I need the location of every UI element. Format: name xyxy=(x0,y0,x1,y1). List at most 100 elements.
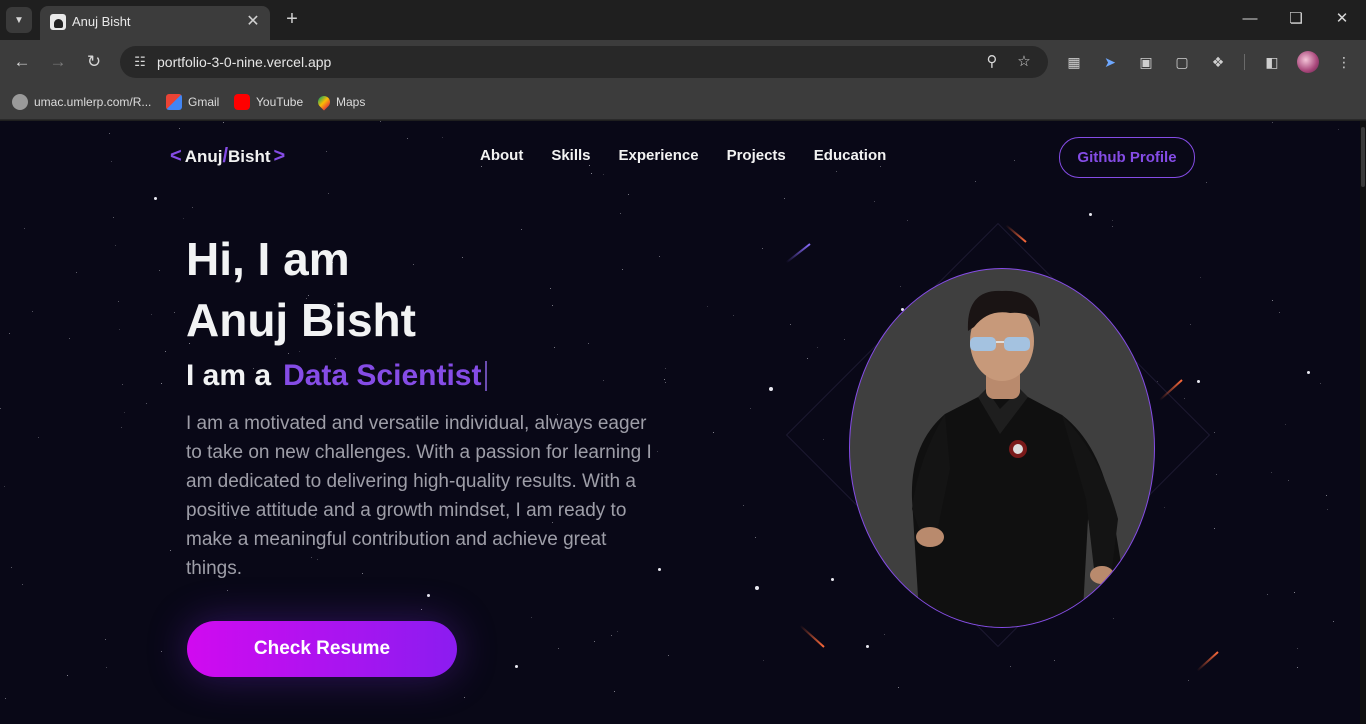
star xyxy=(76,272,77,273)
star xyxy=(380,121,381,122)
back-button[interactable]: ← xyxy=(10,50,34,74)
star xyxy=(784,198,785,199)
chevron-down-icon: ▼ xyxy=(14,14,24,26)
star xyxy=(603,174,604,175)
new-tab-button[interactable]: + xyxy=(282,8,302,30)
star xyxy=(769,387,773,391)
star xyxy=(807,358,808,359)
tab-search-button[interactable]: ▼ xyxy=(6,7,32,33)
star xyxy=(442,137,443,138)
address-bar[interactable]: ☷ portfolio-3-0-nine.vercel.app ⚲ ☆ xyxy=(120,46,1048,78)
nav-link-education[interactable]: Education xyxy=(814,147,887,164)
star xyxy=(1190,324,1191,325)
star xyxy=(898,687,899,688)
site-logo[interactable]: < Anuj / Bisht > xyxy=(170,145,285,168)
bookmark-label: Maps xyxy=(336,95,366,109)
nav-link-projects[interactable]: Projects xyxy=(727,147,786,164)
nav-link-experience[interactable]: Experience xyxy=(619,147,699,164)
star xyxy=(122,384,123,385)
star xyxy=(24,228,25,229)
close-tab-icon[interactable]: ✕ xyxy=(244,13,262,31)
main-nav: About Skills Experience Projects Educati… xyxy=(480,147,886,164)
youtube-icon xyxy=(234,94,250,110)
star xyxy=(4,486,5,487)
star xyxy=(762,248,763,249)
hero-heading: Hi, I am Anuj Bisht xyxy=(186,229,416,351)
bookmark-label: YouTube xyxy=(256,95,304,109)
side-panel-icon[interactable]: ◧ xyxy=(1262,52,1282,72)
star xyxy=(743,505,744,506)
hero-greeting: Hi, I am xyxy=(186,233,350,285)
star xyxy=(1214,432,1215,433)
minimize-button[interactable]: — xyxy=(1240,8,1260,30)
star xyxy=(975,181,976,182)
close-window-button[interactable]: ✕ xyxy=(1332,8,1352,30)
page-scrollbar[interactable] xyxy=(1360,121,1366,724)
star xyxy=(755,537,756,538)
star xyxy=(105,639,106,640)
star xyxy=(733,315,734,316)
star xyxy=(713,432,714,433)
bookmark-item[interactable]: Maps xyxy=(315,92,366,112)
star xyxy=(1184,398,1185,399)
star xyxy=(665,368,666,369)
logo-last-name: Bisht xyxy=(228,146,271,166)
extension-icon[interactable]: ▦ xyxy=(1064,52,1084,72)
star xyxy=(620,213,621,214)
nav-link-about[interactable]: About xyxy=(480,147,523,164)
star xyxy=(1089,213,1092,216)
logo-open-bracket: < xyxy=(170,145,182,167)
star xyxy=(174,312,175,313)
glasses-extension-icon[interactable]: ▣ xyxy=(1136,52,1156,72)
shooting-star xyxy=(1196,651,1219,672)
star xyxy=(617,631,618,632)
star xyxy=(223,122,224,123)
check-resume-button[interactable]: Check Resume xyxy=(187,621,457,677)
site-info-icon[interactable]: ☷ xyxy=(130,52,150,72)
puzzle-icon[interactable]: ❖ xyxy=(1208,52,1228,72)
bookmark-item[interactable]: umac.umlerp.com/R... xyxy=(12,92,151,112)
star xyxy=(481,166,482,167)
star xyxy=(603,380,604,381)
github-profile-button[interactable]: Github Profile xyxy=(1059,137,1195,178)
star xyxy=(515,665,518,668)
star xyxy=(614,691,615,692)
screenshot-extension-icon[interactable]: ▢ xyxy=(1172,52,1192,72)
star xyxy=(1327,509,1328,510)
star xyxy=(763,660,764,661)
star xyxy=(328,193,329,194)
reload-button[interactable]: ↻ xyxy=(82,50,106,74)
scrollbar-thumb[interactable] xyxy=(1361,127,1365,187)
zoom-icon[interactable]: ⚲ xyxy=(982,52,1002,72)
bookmark-item[interactable]: YouTube xyxy=(234,92,303,112)
star xyxy=(109,133,110,134)
bookmark-item[interactable]: Gmail xyxy=(166,92,219,112)
cursor-extension-icon[interactable]: ➤ xyxy=(1100,52,1120,72)
browser-tab-bar: ▼ Anuj Bisht ✕ + — ❏ ✕ xyxy=(0,0,1366,40)
browser-tab[interactable]: Anuj Bisht ✕ xyxy=(40,6,270,40)
bookmark-label: Gmail xyxy=(188,95,220,109)
restore-button[interactable]: ❏ xyxy=(1286,8,1306,30)
bookmark-star-icon[interactable]: ☆ xyxy=(1014,52,1034,72)
url-text[interactable]: portfolio-3-0-nine.vercel.app xyxy=(157,54,331,70)
forward-button[interactable]: → xyxy=(46,50,70,74)
star xyxy=(1297,667,1298,668)
star xyxy=(880,166,881,167)
star xyxy=(1279,312,1280,313)
star xyxy=(1338,129,1339,130)
star xyxy=(151,314,152,315)
star xyxy=(874,201,875,202)
menu-icon[interactable]: ⋮ xyxy=(1334,52,1354,72)
star xyxy=(558,648,559,649)
nav-link-skills[interactable]: Skills xyxy=(551,147,590,164)
profile-avatar[interactable] xyxy=(1297,51,1319,73)
star xyxy=(521,229,522,230)
star xyxy=(1214,528,1215,529)
star xyxy=(326,151,327,152)
star xyxy=(1188,680,1189,681)
star xyxy=(1216,474,1217,475)
star xyxy=(550,288,551,289)
role-typewriter: Data Scientist xyxy=(283,359,482,392)
bookmark-label: umac.umlerp.com/R... xyxy=(34,95,152,109)
hero-name: Anuj Bisht xyxy=(186,294,416,346)
